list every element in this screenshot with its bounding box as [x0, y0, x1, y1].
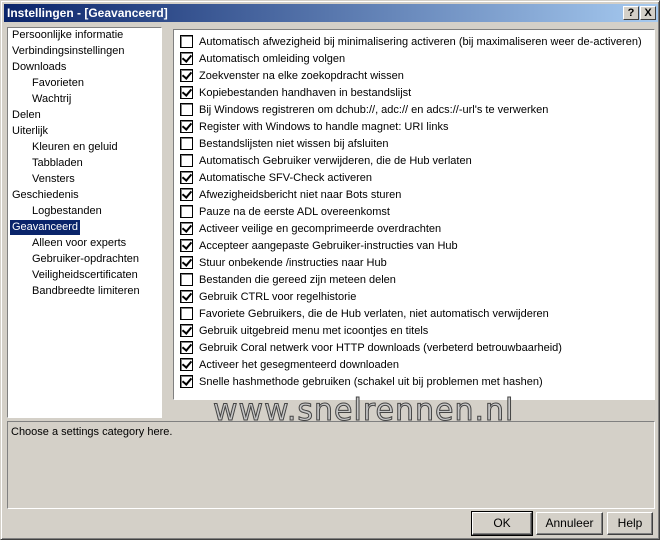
checkbox[interactable] [180, 171, 193, 184]
option-row[interactable]: Activeer het gesegmenteerd downloaden [180, 356, 399, 373]
tree-item[interactable]: Tabbladen [30, 156, 85, 171]
description-panel: Choose a settings category here. [7, 421, 655, 509]
option-row[interactable]: Afwezigheidsbericht niet naar Bots sture… [180, 186, 401, 203]
title-bar: Instellingen - [Geavanceerd] [4, 4, 658, 22]
option-row[interactable]: Gebruik uitgebreid menu met icoontjes en… [180, 322, 428, 339]
option-label: Favoriete Gebruikers, die de Hub verlate… [199, 307, 549, 320]
checkbox[interactable] [180, 103, 193, 116]
option-row[interactable]: Activeer veilige en gecomprimeerde overd… [180, 220, 441, 237]
option-row[interactable]: Favoriete Gebruikers, die de Hub verlate… [180, 305, 549, 322]
tree-item[interactable]: Wachtrij [30, 92, 73, 107]
option-row[interactable]: Automatisch Gebruiker verwijderen, die d… [180, 152, 472, 169]
option-label: Automatisch afwezigheid bij minimaliseri… [199, 35, 642, 48]
ok-button[interactable]: OK [471, 511, 533, 536]
options-list: Automatisch afwezigheid bij minimaliseri… [173, 29, 655, 400]
checkbox[interactable] [180, 375, 193, 388]
tree-item[interactable]: Geschiedenis [10, 188, 81, 203]
option-label: Bestandslijsten niet wissen bij afsluite… [199, 137, 389, 150]
option-label: Automatisch omleiding volgen [199, 52, 346, 65]
option-row[interactable]: Accepteer aangepaste Gebruiker-instructi… [180, 237, 458, 254]
tree-item[interactable]: Verbindingsinstellingen [10, 44, 127, 59]
checkbox[interactable] [180, 137, 193, 150]
checkbox[interactable] [180, 222, 193, 235]
tree-item[interactable]: Gebruiker-opdrachten [30, 252, 141, 267]
option-row[interactable]: Gebruik Coral netwerk voor HTTP download… [180, 339, 562, 356]
close-icon[interactable]: X [640, 6, 656, 20]
option-row[interactable]: Gebruik CTRL voor regelhistorie [180, 288, 356, 305]
checkbox[interactable] [180, 341, 193, 354]
checkbox[interactable] [180, 188, 193, 201]
tree-item[interactable]: Persoonlijke informatie [10, 28, 125, 43]
option-row[interactable]: Zoekvenster na elke zoekopdracht wissen [180, 67, 404, 84]
window-title: Instellingen - [Geavanceerd] [7, 6, 168, 20]
option-label: Snelle hashmethode gebruiken (schakel ui… [199, 375, 543, 388]
option-label: Bij Windows registreren om dchub://, adc… [199, 103, 549, 116]
checkbox[interactable] [180, 290, 193, 303]
option-label: Automatisch Gebruiker verwijderen, die d… [199, 154, 472, 167]
tree-item[interactable]: Vensters [30, 172, 77, 187]
checkbox[interactable] [180, 69, 193, 82]
tree-item[interactable]: Alleen voor experts [30, 236, 128, 251]
settings-dialog: Instellingen - [Geavanceerd] ? X Persoon… [0, 0, 660, 540]
option-label: Kopiebestanden handhaven in bestandslijs… [199, 86, 412, 99]
checkbox[interactable] [180, 86, 193, 99]
option-label: Accepteer aangepaste Gebruiker-instructi… [199, 239, 458, 252]
option-row[interactable]: Bij Windows registreren om dchub://, adc… [180, 101, 548, 118]
option-row[interactable]: Snelle hashmethode gebruiken (schakel ui… [180, 373, 543, 390]
option-row[interactable]: Bestanden die gereed zijn meteen delen [180, 271, 396, 288]
tree-item[interactable]: Downloads [10, 60, 68, 75]
tree-item[interactable]: Favorieten [30, 76, 86, 91]
checkbox[interactable] [180, 256, 193, 269]
option-label: Bestanden die gereed zijn meteen delen [199, 273, 396, 286]
option-row[interactable]: Register with Windows to handle magnet: … [180, 118, 448, 135]
option-row[interactable]: Automatische SFV-Check activeren [180, 169, 372, 186]
help-button[interactable]: Help [607, 512, 653, 535]
help-icon[interactable]: ? [623, 6, 639, 20]
checkbox[interactable] [180, 358, 193, 371]
option-label: Stuur onbekende /instructies naar Hub [199, 256, 387, 269]
checkbox[interactable] [180, 120, 193, 133]
option-label: Automatische SFV-Check activeren [199, 171, 373, 184]
tree-item[interactable]: Veiligheidscertificaten [30, 268, 140, 283]
tree-item[interactable]: Bandbreedte limiteren [30, 284, 142, 299]
option-label: Afwezigheidsbericht niet naar Bots sture… [199, 188, 402, 201]
option-label: Activeer het gesegmenteerd downloaden [199, 358, 399, 371]
option-label: Activeer veilige en gecomprimeerde overd… [199, 222, 442, 235]
option-row[interactable]: Stuur onbekende /instructies naar Hub [180, 254, 387, 271]
option-label: Pauze na de eerste ADL overeenkomst [199, 205, 390, 218]
option-row[interactable]: Pauze na de eerste ADL overeenkomst [180, 203, 390, 220]
option-label: Gebruik CTRL voor regelhistorie [199, 290, 357, 303]
tree-item[interactable]: Kleuren en geluid [30, 140, 120, 155]
tree-item[interactable]: Geavanceerd [10, 220, 81, 235]
checkbox[interactable] [180, 35, 193, 48]
tree-item[interactable]: Logbestanden [30, 204, 104, 219]
checkbox[interactable] [180, 52, 193, 65]
option-label: Zoekvenster na elke zoekopdracht wissen [199, 69, 404, 82]
option-label: Register with Windows to handle magnet: … [199, 120, 449, 133]
description-text: Choose a settings category here. [11, 426, 173, 438]
option-label: Gebruik Coral netwerk voor HTTP download… [199, 341, 562, 354]
tree-item[interactable]: Uiterlijk [10, 124, 50, 139]
option-row[interactable]: Automatisch omleiding volgen [180, 50, 345, 67]
checkbox[interactable] [180, 154, 193, 167]
checkbox[interactable] [180, 307, 193, 320]
checkbox[interactable] [180, 273, 193, 286]
option-row[interactable]: Kopiebestanden handhaven in bestandslijs… [180, 84, 411, 101]
cancel-button[interactable]: Annuleer [536, 512, 603, 535]
checkbox[interactable] [180, 239, 193, 252]
checkbox[interactable] [180, 324, 193, 337]
option-row[interactable]: Bestandslijsten niet wissen bij afsluite… [180, 135, 389, 152]
option-row[interactable]: Automatisch afwezigheid bij minimaliseri… [180, 33, 642, 50]
tree-item[interactable]: Delen [10, 108, 43, 123]
category-tree[interactable]: Persoonlijke informatie Verbindingsinstel… [7, 27, 162, 418]
checkbox[interactable] [180, 205, 193, 218]
option-label: Gebruik uitgebreid menu met icoontjes en… [199, 324, 429, 337]
